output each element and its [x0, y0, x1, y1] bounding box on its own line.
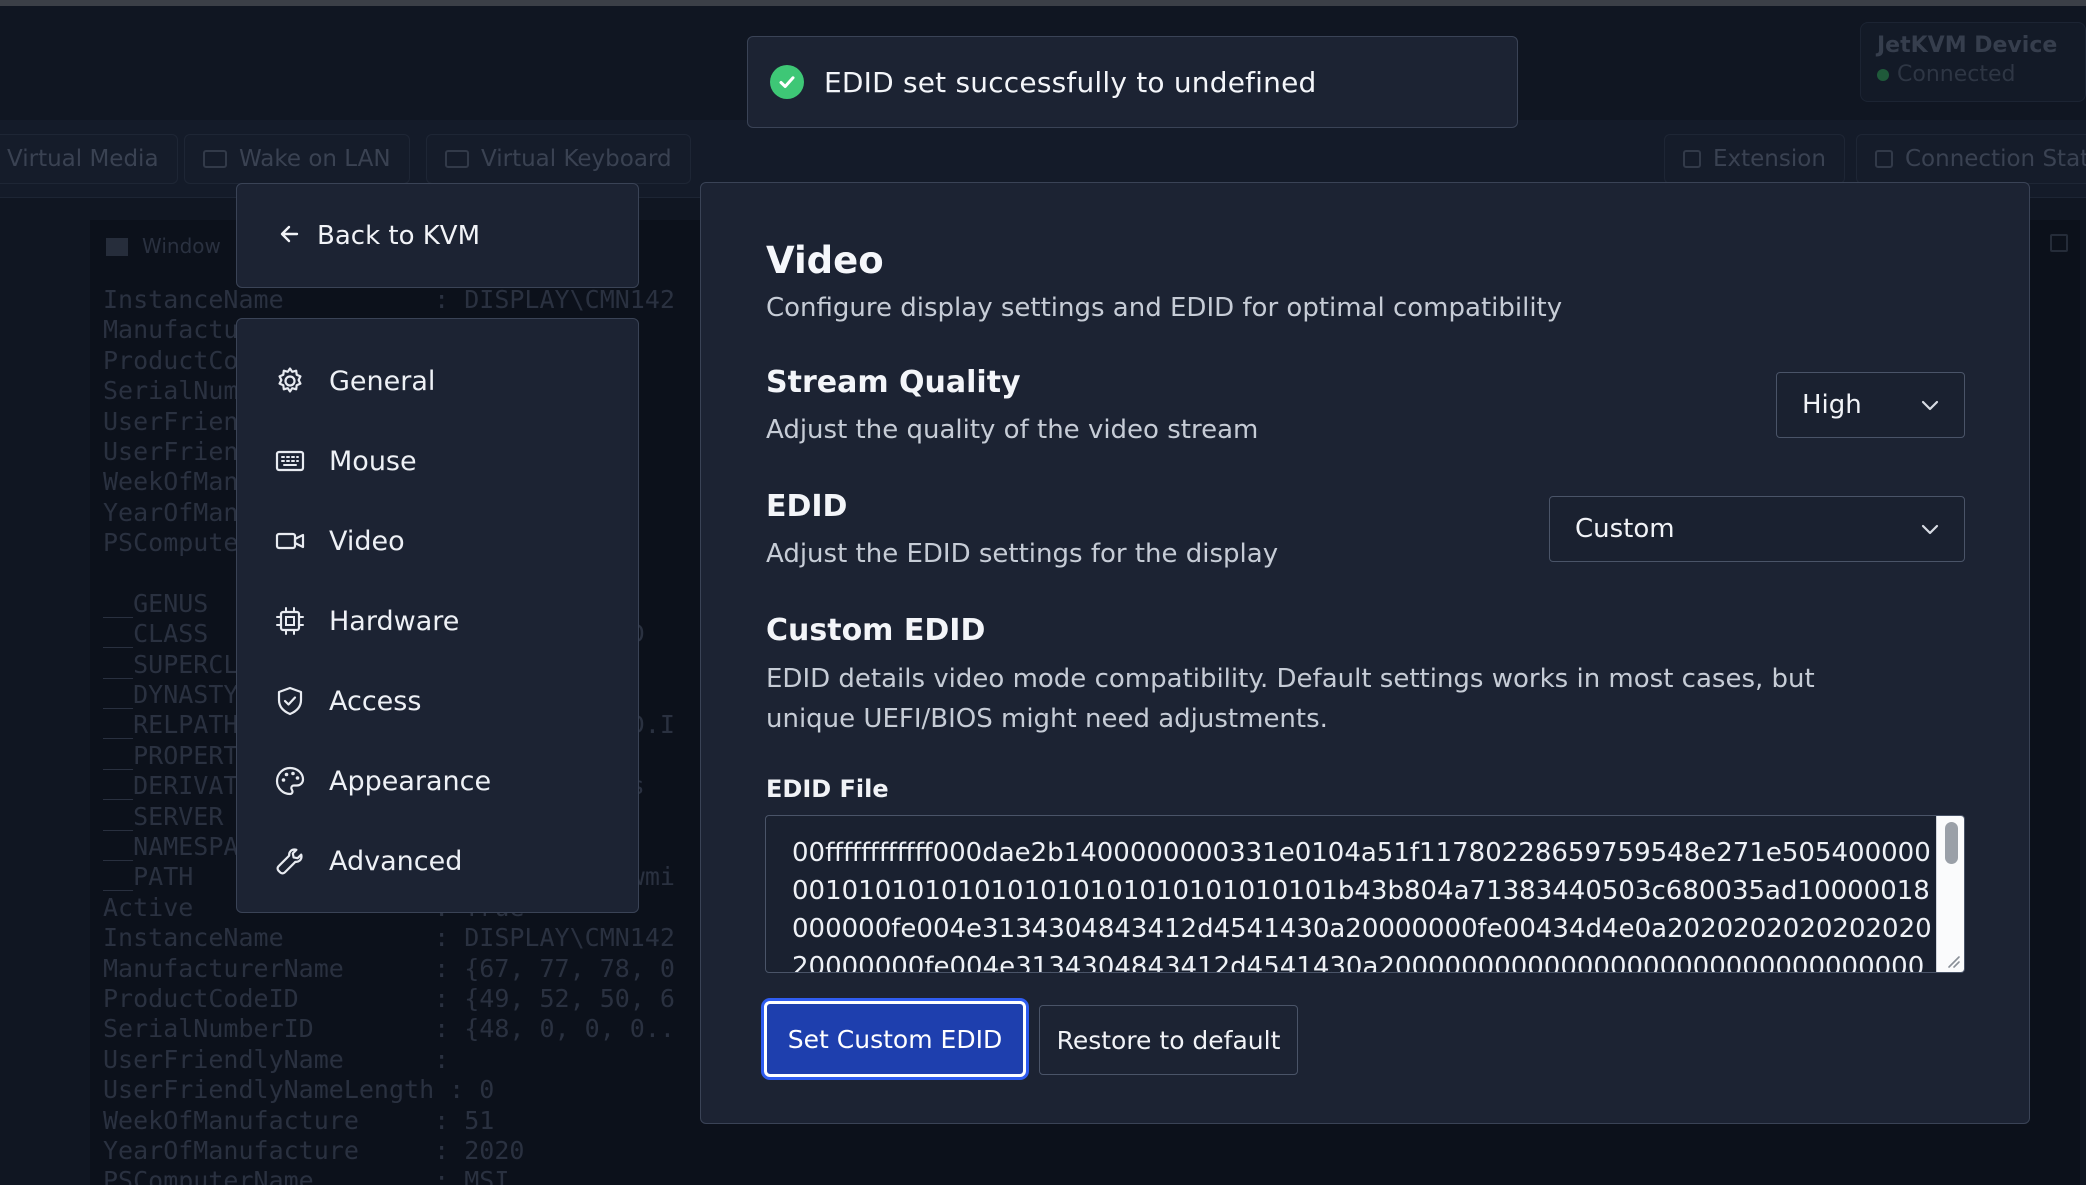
terminal-line: YearOfManufacture : 2020 [103, 1135, 525, 1165]
edid-file-value: 00ffffffffffff000dae2b1400000000331e0104… [792, 838, 1932, 973]
restore-to-default-button[interactable]: Restore to default [1039, 1005, 1298, 1075]
sidebar-item-appearance[interactable]: Appearance [237, 741, 638, 821]
connection-stats-label: Connection Stat [1905, 146, 2086, 172]
success-toast: EDID set successfully to undefined [747, 36, 1518, 128]
virtual-keyboard-button[interactable]: Virtual Keyboard [426, 134, 691, 184]
restore-window-icon[interactable] [2050, 234, 2068, 252]
stream-quality-description: Adjust the quality of the video stream [766, 415, 1259, 445]
sidebar-item-label: Hardware [329, 605, 460, 637]
sidebar-item-label: Mouse [329, 445, 417, 477]
stream-quality-value: High [1802, 390, 1862, 420]
signal-bars-icon [1875, 150, 1893, 168]
wake-on-lan-label: Wake on LAN [239, 146, 391, 172]
chevron-down-icon [1918, 517, 1942, 541]
textarea-scrollbar[interactable] [1936, 816, 1964, 972]
wrench-icon [273, 844, 307, 878]
sidebar-item-hardware[interactable]: Hardware [237, 581, 638, 661]
chevron-down-icon [1918, 393, 1942, 417]
extension-button[interactable]: Extension [1664, 134, 1845, 184]
connection-stats-button[interactable]: Connection Stat [1856, 134, 2086, 184]
virtual-media-button[interactable]: Virtual Media [0, 134, 178, 184]
device-status-text: Connected [1897, 62, 2016, 87]
sidebar-item-label: Advanced [329, 845, 463, 877]
check-circle-icon [770, 65, 804, 99]
resize-handle-icon[interactable] [1945, 953, 1961, 969]
virtual-media-label: Virtual Media [7, 146, 159, 172]
edid-value: Custom [1575, 514, 1675, 544]
terminal-line: PSComputerName : MSI [103, 1166, 510, 1185]
edid-file-label: EDID File [766, 775, 889, 803]
back-to-kvm-button[interactable]: Back to KVM [236, 183, 639, 288]
arrow-left-icon [277, 221, 303, 251]
toast-message: EDID set successfully to undefined [824, 65, 1317, 99]
gear-icon [273, 364, 307, 398]
page-title: Video [766, 239, 884, 282]
sidebar-item-label: Appearance [329, 765, 492, 797]
device-status-card: JetKVM Device Connected [1860, 22, 2086, 102]
plug-icon [1683, 150, 1701, 168]
device-name: JetKVM Device [1877, 33, 2058, 58]
custom-edid-description: EDID details video mode compatibility. D… [766, 664, 1815, 734]
edid-title: EDID [766, 489, 848, 524]
extension-label: Extension [1713, 146, 1826, 172]
remote-window-title-text: Window [142, 234, 221, 258]
custom-edid-title: Custom EDID [766, 613, 986, 648]
sidebar-item-label: General [329, 365, 436, 397]
chip-icon [273, 604, 307, 638]
sidebar-item-label: Access [329, 685, 422, 717]
virtual-keyboard-label: Virtual Keyboard [481, 146, 672, 172]
stream-quality-select[interactable]: High [1776, 372, 1965, 438]
edid-select[interactable]: Custom [1549, 496, 1965, 562]
powershell-icon [106, 238, 128, 256]
edid-file-textarea[interactable]: 00ffffffffffff000dae2b1400000000331e0104… [765, 815, 1965, 973]
shield-check-icon [273, 684, 307, 718]
set-custom-edid-button[interactable]: Set Custom EDID [764, 1001, 1026, 1077]
wake-on-lan-button[interactable]: Wake on LAN [184, 134, 410, 184]
keyboard-icon [273, 444, 307, 478]
stream-quality-title: Stream Quality [766, 365, 1021, 400]
remote-window-title: Window [106, 228, 221, 264]
edid-description: Adjust the EDID settings for the display [766, 539, 1279, 569]
back-to-kvm-label: Back to KVM [317, 220, 481, 251]
settings-sidebar: General Mouse Video Hardware Access Appe… [236, 318, 639, 913]
video-settings-panel: Video Configure display settings and EDI… [700, 182, 2030, 1124]
sidebar-item-advanced[interactable]: Advanced [237, 821, 638, 901]
page-subtitle: Configure display settings and EDID for … [766, 293, 1563, 323]
video-camera-icon [273, 524, 307, 558]
status-dot-icon [1877, 69, 1889, 81]
scrollbar-thumb[interactable] [1945, 822, 1958, 864]
sidebar-item-access[interactable]: Access [237, 661, 638, 741]
keyboard-icon [445, 150, 469, 168]
device-connection-status: Connected [1877, 62, 2069, 87]
monitor-icon [203, 150, 227, 168]
sidebar-item-general[interactable]: General [237, 341, 638, 421]
palette-icon [273, 764, 307, 798]
sidebar-item-mouse[interactable]: Mouse [237, 421, 638, 501]
sidebar-item-video[interactable]: Video [237, 501, 638, 581]
sidebar-item-label: Video [329, 525, 405, 557]
